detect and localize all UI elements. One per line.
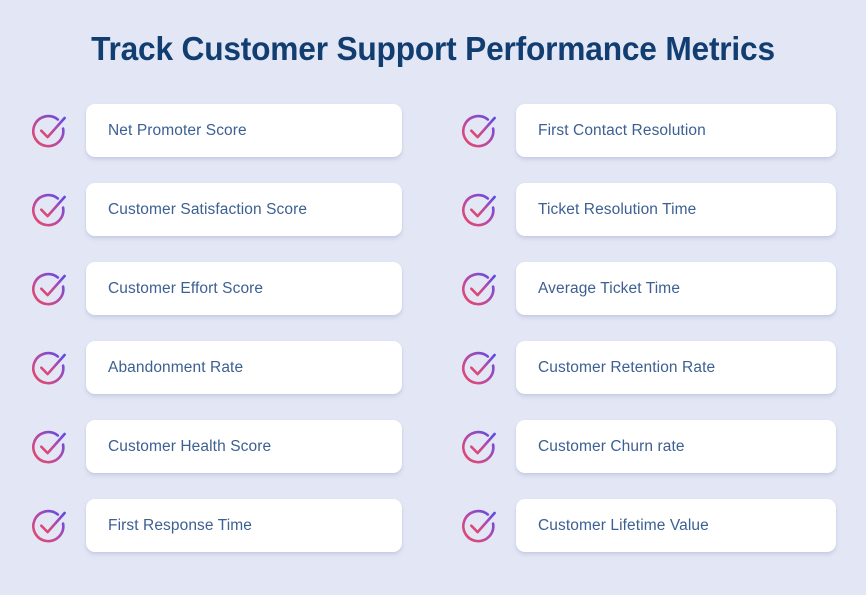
list-item[interactable]: Ticket Resolution Time	[458, 183, 866, 236]
circle-check-icon	[458, 110, 500, 152]
list-item[interactable]: Customer Health Score	[28, 420, 436, 473]
metrics-infographic: Track Customer Support Performance Metri…	[0, 0, 866, 595]
metric-card[interactable]: Net Promoter Score	[86, 104, 402, 157]
circle-check-icon	[458, 347, 500, 389]
metric-card[interactable]: First Contact Resolution	[516, 104, 836, 157]
metric-label: Customer Effort Score	[108, 279, 264, 297]
circle-check-icon	[28, 110, 70, 152]
metric-label: Average Ticket Time	[538, 279, 681, 297]
list-item[interactable]: First Response Time	[28, 499, 436, 552]
metric-card[interactable]: Customer Effort Score	[86, 262, 402, 315]
metric-label: Customer Satisfaction Score	[108, 200, 308, 218]
metric-card[interactable]: Average Ticket Time	[516, 262, 836, 315]
metric-label: Customer Retention Rate	[538, 358, 716, 376]
circle-check-icon	[28, 268, 70, 310]
list-item[interactable]: Net Promoter Score	[28, 104, 436, 157]
circle-check-icon	[28, 189, 70, 231]
list-item[interactable]: Abandonment Rate	[28, 341, 436, 394]
list-item[interactable]: Customer Churn rate	[458, 420, 866, 473]
list-item[interactable]: First Contact Resolution	[458, 104, 866, 157]
metric-card[interactable]: Ticket Resolution Time	[516, 183, 836, 236]
circle-check-icon	[28, 347, 70, 389]
page-title: Track Customer Support Performance Metri…	[91, 30, 775, 67]
metrics-columns: Net Promoter Score Customer Satisfaction…	[0, 104, 866, 578]
metrics-column-left: Net Promoter Score Customer Satisfaction…	[0, 104, 436, 578]
list-item[interactable]: Customer Retention Rate	[458, 341, 866, 394]
list-item[interactable]: Average Ticket Time	[458, 262, 866, 315]
metric-card[interactable]: Customer Retention Rate	[516, 341, 836, 394]
circle-check-icon	[28, 505, 70, 547]
metric-label: Ticket Resolution Time	[538, 200, 697, 218]
metric-card[interactable]: Customer Health Score	[86, 420, 402, 473]
list-item[interactable]: Customer Satisfaction Score	[28, 183, 436, 236]
metric-label: Customer Churn rate	[538, 437, 685, 455]
circle-check-icon	[458, 426, 500, 468]
list-item[interactable]: Customer Lifetime Value	[458, 499, 866, 552]
metric-card[interactable]: First Response Time	[86, 499, 402, 552]
circle-check-icon	[458, 505, 500, 547]
metric-label: Net Promoter Score	[108, 121, 247, 139]
metrics-column-right: First Contact Resolution Ticket Resoluti…	[436, 104, 866, 578]
metric-card[interactable]: Customer Lifetime Value	[516, 499, 836, 552]
metric-card[interactable]: Customer Satisfaction Score	[86, 183, 402, 236]
metric-label: First Contact Resolution	[538, 121, 706, 139]
list-item[interactable]: Customer Effort Score	[28, 262, 436, 315]
metric-card[interactable]: Abandonment Rate	[86, 341, 402, 394]
circle-check-icon	[458, 268, 500, 310]
circle-check-icon	[28, 426, 70, 468]
metric-card[interactable]: Customer Churn rate	[516, 420, 836, 473]
circle-check-icon	[458, 189, 500, 231]
metric-label: First Response Time	[108, 516, 253, 534]
metric-label: Abandonment Rate	[108, 358, 244, 376]
metric-label: Customer Lifetime Value	[538, 516, 709, 534]
metric-label: Customer Health Score	[108, 437, 272, 455]
